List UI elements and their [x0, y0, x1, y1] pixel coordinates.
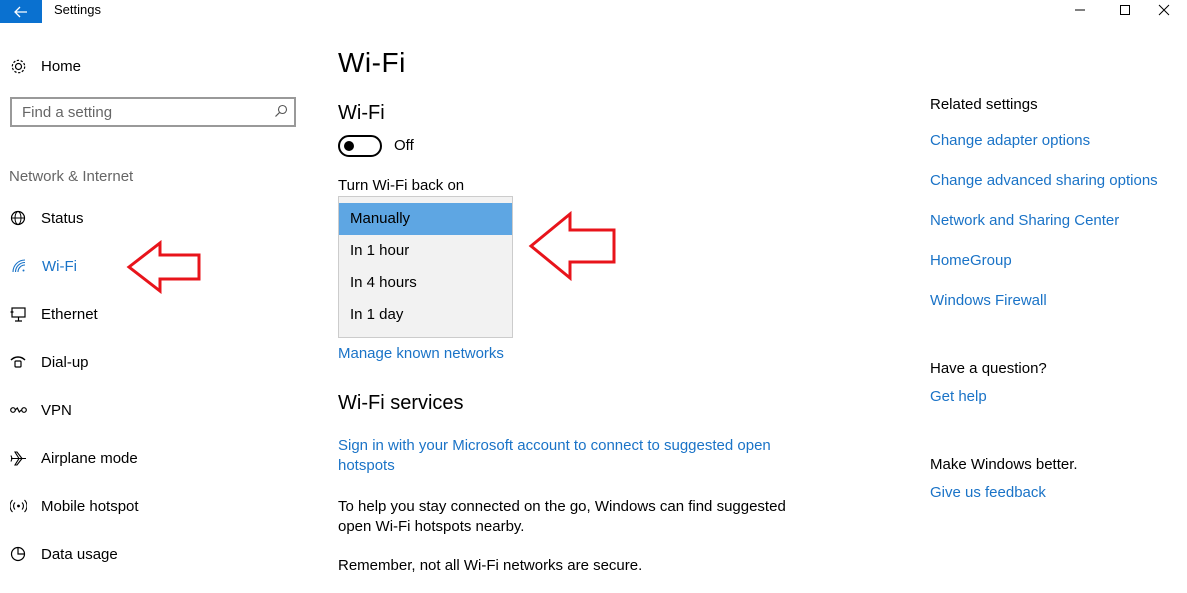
globe-icon	[9, 209, 27, 227]
minimize-button[interactable]	[1057, 0, 1103, 20]
sidebar-item-airplane[interactable]: Airplane mode	[9, 446, 138, 470]
sidebar-item-status[interactable]: Status	[9, 206, 84, 230]
wifi-section-heading: Wi-Fi	[338, 102, 385, 124]
dropdown-option-4-hours[interactable]: In 4 hours	[339, 267, 512, 299]
back-arrow-icon	[14, 6, 27, 17]
question-heading: Have a question?	[930, 360, 1047, 377]
homegroup-link[interactable]: HomeGroup	[930, 252, 1012, 269]
dropdown-option-manually[interactable]: Manually	[339, 203, 512, 235]
vpn-icon	[9, 401, 27, 419]
sidebar-item-label: VPN	[41, 401, 72, 419]
data-usage-icon	[9, 545, 27, 563]
turn-back-on-dropdown[interactable]: Manually In 1 hour In 4 hours In 1 day	[338, 196, 513, 338]
toggle-state-label: Off	[394, 137, 414, 154]
give-feedback-link[interactable]: Give us feedback	[930, 484, 1046, 501]
toggle-knob	[344, 141, 354, 151]
wifi-icon	[10, 257, 28, 275]
related-settings-heading: Related settings	[930, 96, 1038, 113]
sidebar-item-label: Data usage	[41, 545, 118, 563]
search-input[interactable]	[22, 104, 262, 121]
sidebar-item-label: Wi-Fi	[42, 257, 77, 275]
feedback-heading: Make Windows better.	[930, 456, 1078, 473]
manage-known-networks-link[interactable]: Manage known networks	[338, 345, 504, 362]
close-icon	[1158, 4, 1170, 16]
change-adapter-options-link[interactable]: Change adapter options	[930, 132, 1090, 149]
gear-icon	[9, 57, 27, 75]
annotation-arrow-icon	[126, 240, 201, 294]
section-label: Network & Internet	[9, 168, 134, 185]
dropdown-option-1-day[interactable]: In 1 day	[339, 299, 512, 331]
hotspot-help-text: To help you stay connected on the go, Wi…	[338, 498, 786, 535]
wifi-toggle[interactable]	[338, 135, 382, 157]
windows-firewall-link[interactable]: Windows Firewall	[930, 292, 1047, 309]
annotation-arrow-icon	[528, 210, 616, 282]
sidebar-item-ethernet[interactable]: Ethernet	[9, 302, 98, 326]
close-button[interactable]	[1141, 0, 1187, 20]
sidebar-item-label: Mobile hotspot	[41, 497, 139, 515]
sidebar-item-label: Dial-up	[41, 353, 89, 371]
sidebar-home-label: Home	[41, 57, 82, 75]
sidebar-item-label: Ethernet	[41, 305, 98, 323]
sidebar-item-label: Airplane mode	[41, 449, 138, 467]
microsoft-signin-link[interactable]: Sign in with your Microsoft account to c…	[338, 436, 798, 476]
sidebar-item-wifi[interactable]: Wi-Fi	[10, 254, 77, 278]
app-title: Settings	[54, 2, 101, 17]
network-sharing-center-link[interactable]: Network and Sharing Center	[930, 212, 1119, 229]
minimize-icon	[1075, 9, 1085, 11]
airplane-icon	[9, 449, 27, 467]
ethernet-icon	[9, 305, 27, 323]
sidebar-item-label: Status	[41, 209, 84, 227]
turn-back-on-label: Turn Wi-Fi back on	[338, 177, 465, 194]
sidebar-item-vpn[interactable]: VPN	[9, 398, 72, 422]
maximize-icon	[1120, 5, 1130, 15]
search-icon[interactable]	[274, 104, 288, 123]
change-advanced-sharing-link[interactable]: Change advanced sharing options	[930, 172, 1158, 189]
dropdown-option-1-hour[interactable]: In 1 hour	[339, 235, 512, 267]
sidebar-item-data-usage[interactable]: Data usage	[9, 542, 118, 566]
sidebar-item-dialup[interactable]: Dial-up	[9, 350, 89, 374]
sidebar-item-hotspot[interactable]: Mobile hotspot	[9, 494, 139, 518]
search-box[interactable]	[10, 97, 296, 127]
get-help-link[interactable]: Get help	[930, 388, 987, 405]
hotspot-icon	[9, 497, 27, 515]
page-title: Wi-Fi	[338, 47, 406, 78]
security-note: Remember, not all Wi-Fi networks are sec…	[338, 557, 643, 574]
wifi-services-heading: Wi-Fi services	[338, 392, 464, 414]
sidebar-home[interactable]: Home	[9, 54, 81, 78]
back-button[interactable]	[0, 0, 42, 23]
dialup-icon	[9, 353, 27, 371]
